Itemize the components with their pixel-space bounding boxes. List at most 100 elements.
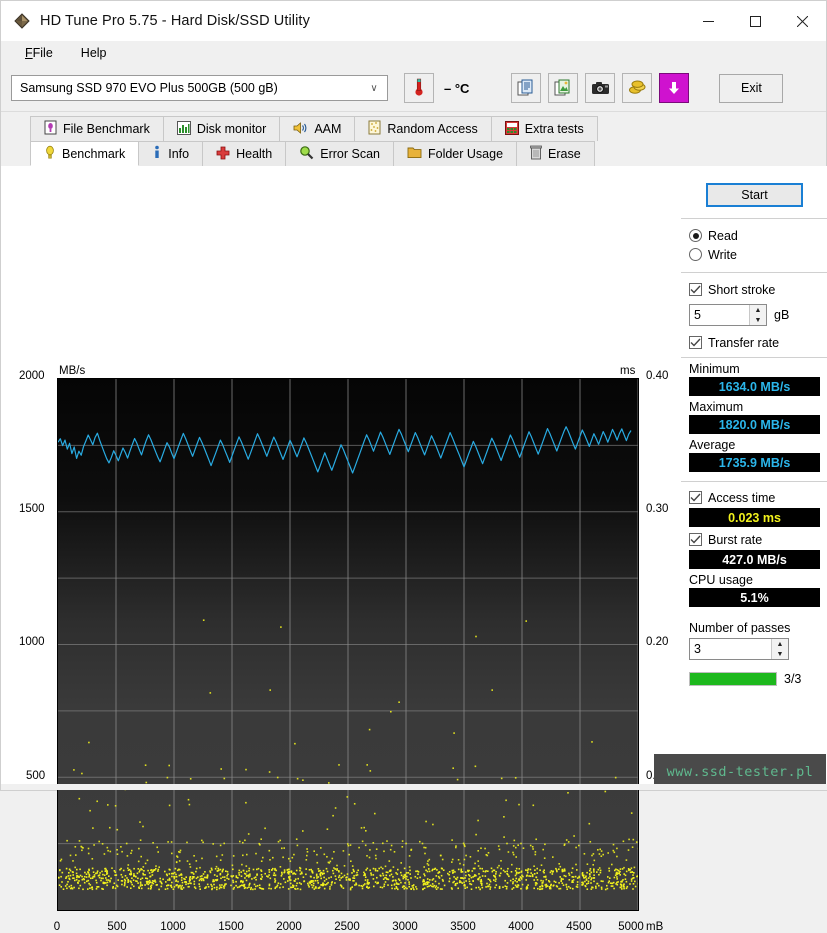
- passes-label: Number of passes: [689, 621, 820, 635]
- magnifier-icon: [299, 145, 314, 163]
- toolbar-icon-group: [511, 73, 689, 103]
- exit-button[interactable]: Exit: [719, 74, 783, 103]
- exit-button-label: Exit: [741, 81, 762, 95]
- stepper-down-icon[interactable]: ▼: [750, 315, 766, 325]
- maximum-value: 1820.0 MB/s: [689, 415, 820, 434]
- benchmark-chart: MB/s ms 2000 1500 1000 500 0.40 0.30 0.2…: [1, 166, 673, 790]
- radio-write-icon[interactable]: [689, 248, 702, 261]
- menu-bar: FFile Help: [1, 41, 826, 65]
- progress-bar: [689, 672, 777, 686]
- tab-label: Info: [168, 147, 189, 161]
- tab-label: Benchmark: [62, 147, 125, 161]
- radio-read-label: Read: [708, 229, 738, 243]
- temperature-button[interactable]: [404, 73, 434, 103]
- tab-label: Health: [236, 147, 272, 161]
- tab-bar: File Benchmark Disk monitor AAM Random A…: [1, 112, 826, 166]
- tab-folder-usage[interactable]: Folder Usage: [393, 141, 517, 166]
- radio-write[interactable]: Write: [689, 245, 820, 264]
- passes-stepper[interactable]: ▲ ▼: [771, 639, 788, 659]
- tab-health[interactable]: Health: [202, 141, 286, 166]
- info-icon: [152, 145, 162, 163]
- tab-label: AAM: [314, 122, 341, 136]
- plot-svg: [58, 379, 638, 910]
- check-icon[interactable]: [689, 533, 702, 546]
- passes-value: 3: [694, 642, 771, 656]
- tab-disk-monitor[interactable]: Disk monitor: [163, 116, 280, 141]
- download-arrow-icon[interactable]: [659, 73, 689, 103]
- y-tick-right-040: 0.40: [646, 370, 668, 382]
- short-stroke-size-row: 5 ▲ ▼ gB: [689, 304, 820, 326]
- passes-row: 3 ▲ ▼: [689, 638, 820, 660]
- check-icon[interactable]: [689, 336, 702, 349]
- y-tick-left-1000: 1000: [19, 636, 45, 648]
- tab-label: File Benchmark: [63, 122, 150, 136]
- tab-file-benchmark[interactable]: File Benchmark: [30, 116, 164, 141]
- window-title: HD Tune Pro 5.75 - Hard Disk/SSD Utility: [40, 13, 310, 29]
- hd-tune-window: HD Tune Pro 5.75 - Hard Disk/SSD Utility…: [0, 0, 827, 791]
- x-tick-2000: 2000: [272, 921, 306, 933]
- benchmark-bulb-icon: [44, 145, 56, 163]
- menu-help[interactable]: Help: [67, 43, 121, 63]
- stepper-up-icon[interactable]: ▲: [772, 639, 788, 649]
- cpu-usage-value: 5.1%: [689, 588, 820, 607]
- tab-random-access[interactable]: Random Access: [354, 116, 491, 141]
- tab-error-scan[interactable]: Error Scan: [285, 141, 394, 166]
- passes-input[interactable]: 3 ▲ ▼: [689, 638, 789, 660]
- menu-file-label: File: [25, 46, 53, 60]
- start-button-label: Start: [741, 188, 767, 202]
- short-stroke-stepper[interactable]: ▲ ▼: [749, 305, 766, 325]
- toolbar: Samsung SSD 970 EVO Plus 500GB (500 gB) …: [1, 65, 826, 112]
- tab-erase[interactable]: Erase: [516, 141, 595, 166]
- radio-read[interactable]: Read: [689, 226, 820, 245]
- x-tick-1000: 1000: [156, 921, 190, 933]
- check-icon[interactable]: [689, 283, 702, 296]
- copy-image-icon[interactable]: [548, 73, 578, 103]
- x-tick-500: 500: [102, 921, 132, 933]
- stepper-up-icon[interactable]: ▲: [750, 305, 766, 315]
- maximize-button[interactable]: [732, 1, 779, 41]
- tab-extra-tests[interactable]: Extra tests: [491, 116, 598, 141]
- device-select-value: Samsung SSD 970 EVO Plus 500GB (500 gB): [20, 81, 365, 95]
- tab-row-upper: File Benchmark Disk monitor AAM Random A…: [1, 116, 826, 141]
- minimum-label: Minimum: [689, 362, 820, 376]
- thermometer-icon: [411, 77, 427, 100]
- checkbox-transfer-rate[interactable]: Transfer rate: [689, 333, 820, 352]
- progress-text: 3/3: [784, 672, 801, 686]
- tab-aam[interactable]: AAM: [279, 116, 355, 141]
- screenshot-camera-icon[interactable]: [585, 73, 615, 103]
- close-button[interactable]: [779, 1, 826, 41]
- start-button[interactable]: Start: [706, 183, 803, 207]
- radio-read-icon[interactable]: [689, 229, 702, 242]
- stepper-down-icon[interactable]: ▼: [772, 649, 788, 659]
- checkbox-burst-rate[interactable]: Burst rate: [689, 530, 820, 549]
- window-controls: [685, 1, 826, 41]
- short-stroke-input[interactable]: 5 ▲ ▼: [689, 304, 767, 326]
- checkbox-access-time[interactable]: Access time: [689, 488, 820, 507]
- check-icon[interactable]: [689, 491, 702, 504]
- transfer-rate-line: [58, 427, 631, 473]
- checkbox-short-stroke[interactable]: Short stroke: [689, 280, 820, 299]
- tab-info[interactable]: Info: [138, 141, 203, 166]
- copy-text-icon[interactable]: [511, 73, 541, 103]
- device-select[interactable]: Samsung SSD 970 EVO Plus 500GB (500 gB) …: [11, 75, 388, 101]
- y-tick-left-500: 500: [26, 770, 45, 782]
- tab-label: Error Scan: [320, 147, 380, 161]
- tab-benchmark[interactable]: Benchmark: [30, 141, 139, 166]
- x-axis-unit-label: mB: [646, 921, 668, 933]
- coins-icon[interactable]: [622, 73, 652, 103]
- burst-rate-label: Burst rate: [708, 533, 762, 547]
- x-tick-2500: 2500: [330, 921, 364, 933]
- divider: [681, 272, 827, 273]
- short-stroke-unit: gB: [774, 308, 789, 322]
- minimize-button[interactable]: [685, 1, 732, 41]
- average-value: 1735.9 MB/s: [689, 453, 820, 472]
- random-access-icon: [368, 120, 381, 138]
- x-tick-3000: 3000: [388, 921, 422, 933]
- file-benchmark-icon: [44, 120, 57, 138]
- speaker-icon: [293, 121, 308, 138]
- x-tick-1500: 1500: [214, 921, 248, 933]
- chevron-down-icon[interactable]: ∨: [365, 83, 383, 94]
- short-stroke-label: Short stroke: [708, 283, 775, 297]
- x-tick-4500: 4500: [562, 921, 596, 933]
- menu-file[interactable]: FFile: [11, 43, 67, 63]
